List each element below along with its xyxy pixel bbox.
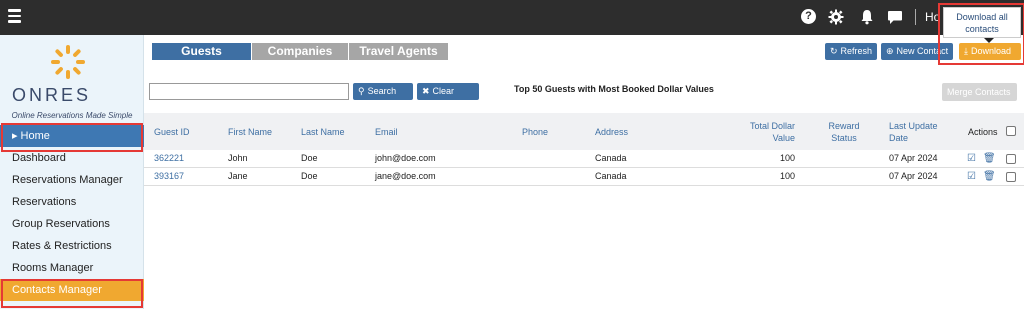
select-all-checkbox[interactable] xyxy=(1006,126,1016,136)
clear-button[interactable]: ✖ Clear xyxy=(417,83,479,100)
highlight-download-area xyxy=(938,3,1024,65)
column-phone[interactable]: Phone xyxy=(522,126,548,138)
tab-companies[interactable]: Companies xyxy=(252,43,349,60)
sidebar-item-rates-restrictions[interactable]: Rates & Restrictions xyxy=(0,235,144,257)
column-update-line-2: Date xyxy=(889,133,909,143)
row-checkbox[interactable] xyxy=(1006,172,1016,182)
sidebar-item-rooms-manager[interactable]: Rooms Manager xyxy=(0,257,144,279)
column-total-line-2: Value xyxy=(772,133,795,143)
address-cell: Canada xyxy=(595,171,627,181)
table-row: 362221 John Doe john@doe.com Canada 100 … xyxy=(144,150,1024,168)
edit-icon[interactable]: ☑ xyxy=(967,153,976,164)
trash-icon[interactable]: 🗑 xyxy=(983,171,996,182)
sidebar-item-reservations[interactable]: Reservations xyxy=(0,191,144,213)
sidebar: ONRES Online Reservations Made Simple ▸ H… xyxy=(0,35,144,309)
last-update-cell: 07 Apr 2024 xyxy=(889,153,938,163)
first-name-cell: Jane xyxy=(228,171,248,181)
sidebar-item-reservations-manager[interactable]: Reservations Manager xyxy=(0,169,144,191)
column-address[interactable]: Address xyxy=(595,126,628,138)
last-name-cell: Doe xyxy=(301,153,318,163)
column-last-name[interactable]: Last Name xyxy=(301,126,345,138)
help-icon[interactable]: ? xyxy=(801,9,816,24)
top-bar: ? Ho xyxy=(0,0,1024,35)
last-name-cell: Doe xyxy=(301,171,318,181)
tab-guests[interactable]: Guests xyxy=(152,43,252,60)
clear-label: Clear xyxy=(432,86,455,96)
column-update-line-1: Last Update xyxy=(889,121,938,131)
logo: ONRES Online Reservations Made Simple xyxy=(0,35,144,123)
hamburger-menu-icon[interactable] xyxy=(8,9,21,23)
total-value-cell: 100 xyxy=(779,171,795,181)
refresh-label: Refresh xyxy=(840,46,873,56)
column-actions: Actions xyxy=(968,127,998,137)
tab-travel-agents[interactable]: Travel Agents xyxy=(349,43,449,60)
highlight-contacts-manager xyxy=(1,279,143,308)
close-icon: ✖ xyxy=(422,86,430,96)
search-label: Search xyxy=(367,86,397,96)
column-last-update-date[interactable]: Last Update Date xyxy=(889,120,938,144)
column-reward-line-2: Status xyxy=(831,133,857,143)
refresh-button[interactable]: ↻ Refresh xyxy=(825,43,877,60)
email-cell: jane@doe.com xyxy=(375,171,436,181)
column-first-name[interactable]: First Name xyxy=(228,126,272,138)
report-title: Top 50 Guests with Most Booked Dollar Va… xyxy=(514,84,714,94)
logo-tagline: Online Reservations Made Simple xyxy=(11,111,133,120)
search-input[interactable] xyxy=(149,83,349,100)
sidebar-item-group-reservations[interactable]: Group Reservations xyxy=(0,213,144,235)
logo-sun-icon xyxy=(51,45,85,79)
column-total-line-1: Total Dollar xyxy=(749,121,795,131)
chat-icon[interactable] xyxy=(887,9,903,25)
column-reward-line-1: Reward xyxy=(828,121,860,131)
search-button[interactable]: ⚲ Search xyxy=(353,83,413,100)
logo-text: ONRES xyxy=(12,85,92,105)
column-email[interactable]: Email xyxy=(375,126,398,138)
search-icon: ⚲ xyxy=(358,86,365,96)
column-guest-id[interactable]: Guest ID xyxy=(154,126,190,138)
merge-contacts-button[interactable]: Merge Contacts xyxy=(942,83,1017,101)
table-header: Guest ID First Name Last Name Email Phon… xyxy=(144,113,1024,150)
first-name-cell: John xyxy=(228,153,248,163)
guest-id-link[interactable]: 393167 xyxy=(154,171,184,181)
bell-icon[interactable] xyxy=(859,9,875,25)
contact-type-tabs: Guests Companies Travel Agents xyxy=(152,43,449,60)
refresh-icon: ↻ xyxy=(830,46,838,56)
table-row: 393167 Jane Doe jane@doe.com Canada 100 … xyxy=(144,168,1024,186)
column-reward-status[interactable]: Reward Status xyxy=(827,120,861,144)
plus-circle-icon: ⊕ xyxy=(886,46,894,56)
topbar-divider xyxy=(915,9,916,25)
email-cell: john@doe.com xyxy=(375,153,436,163)
trash-icon[interactable]: 🗑 xyxy=(983,153,996,164)
row-checkbox[interactable] xyxy=(1006,154,1016,164)
column-total-dollar-value[interactable]: Total Dollar Value xyxy=(750,120,795,144)
gear-icon[interactable] xyxy=(828,9,844,25)
edit-icon[interactable]: ☑ xyxy=(967,171,976,182)
guest-id-link[interactable]: 362221 xyxy=(154,153,184,163)
address-cell: Canada xyxy=(595,153,627,163)
total-value-cell: 100 xyxy=(779,153,795,163)
highlight-home xyxy=(1,123,143,152)
last-update-cell: 07 Apr 2024 xyxy=(889,171,938,181)
